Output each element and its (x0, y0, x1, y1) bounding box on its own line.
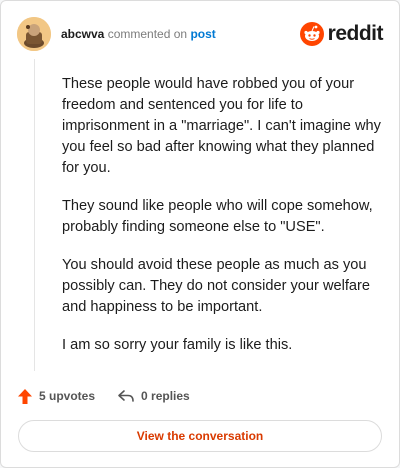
replies-count: 0 replies (141, 389, 190, 403)
byline-action-text: commented on (107, 27, 188, 41)
comment-card: abcwva commented on post reddit These pe… (0, 0, 400, 468)
comment-paragraph: You should avoid these people as much as… (62, 257, 370, 315)
avatar-image (17, 17, 51, 51)
comment-body: These people would have robbed you of yo… (62, 74, 382, 373)
upvotes-action[interactable]: 5 upvotes (17, 388, 95, 405)
reddit-brand[interactable]: reddit (299, 20, 384, 48)
thread-line (34, 59, 35, 371)
view-conversation-button[interactable]: View the conversation (18, 420, 382, 452)
comment-paragraph: I am so sorry your family is like this. (62, 337, 293, 353)
username-link[interactable]: abcwva (61, 27, 104, 41)
upvotes-count: 5 upvotes (39, 389, 96, 403)
comment-actions: 5 upvotes 0 replies (17, 386, 190, 406)
replies-action[interactable]: 0 replies (117, 389, 190, 403)
comment-header: abcwva commented on post reddit (17, 17, 384, 51)
reply-arrow-icon (118, 390, 134, 402)
comment-byline: abcwva commented on post (61, 26, 216, 42)
post-link[interactable]: post (190, 27, 215, 41)
upvote-arrow-icon (18, 388, 32, 404)
comment-paragraph: They sound like people who will cope som… (62, 198, 373, 235)
reddit-snoo-icon (299, 22, 324, 46)
avatar[interactable] (17, 17, 51, 51)
reddit-wordmark: reddit (327, 22, 384, 45)
comment-paragraph: These people would have robbed you of yo… (62, 76, 381, 176)
